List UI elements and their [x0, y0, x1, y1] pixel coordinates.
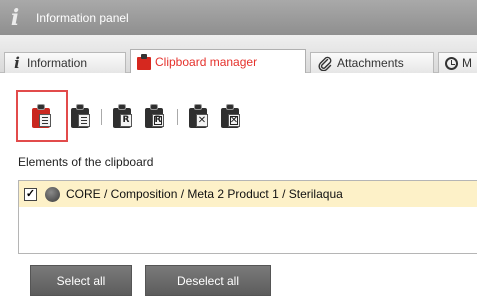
clipboard-toolbar: R R ✕ ✕ [16, 90, 316, 142]
list-item[interactable]: ✓ CORE / Composition / Meta 2 Product 1 … [19, 181, 477, 207]
select-all-button[interactable]: Select all [30, 265, 132, 296]
tab-clipboard-manager[interactable]: Clipboard manager [130, 49, 306, 74]
clipboard-x-boxed-icon: ✕ [221, 104, 241, 128]
tab-history[interactable]: M [438, 52, 477, 73]
deselect-all-button[interactable]: Deselect all [145, 265, 271, 296]
clear-clipboard-button[interactable]: ✕ [184, 101, 214, 131]
elements-label: Elements of the clipboard [18, 155, 154, 169]
clipboard-list-red-icon [32, 104, 52, 128]
tab-attachments-label: Attachments [337, 56, 404, 70]
paperclip-icon [317, 55, 333, 71]
item-path: CORE / Composition / Meta 2 Product 1 / … [66, 187, 343, 201]
paste-table-button[interactable] [66, 101, 96, 131]
tab-history-label: M [462, 56, 472, 70]
panel-titlebar: i Information panel [0, 0, 477, 35]
clipboard-list[interactable]: ✓ CORE / Composition / Meta 2 Product 1 … [18, 180, 477, 254]
tab-information[interactable]: i Information [4, 52, 126, 73]
tab-information-label: Information [27, 56, 88, 70]
toolbar-divider [177, 109, 178, 125]
paste-ref-button[interactable]: R [108, 101, 138, 131]
paste-list-button[interactable] [16, 90, 68, 142]
info-icon: i [14, 54, 20, 72]
status-dot-icon [45, 186, 60, 202]
paste-ref-boxed-button[interactable]: R [140, 101, 170, 131]
clipboard-x-icon: ✕ [189, 104, 209, 128]
clipboard-r-boxed-icon: R [145, 104, 165, 128]
tab-strip: i Information Clipboard manager Attachme… [0, 35, 477, 74]
clipboard-icon [137, 54, 151, 70]
item-checkbox[interactable]: ✓ [24, 187, 37, 201]
tab-clipboard-manager-label: Clipboard manager [155, 55, 258, 69]
clear-clipboard-boxed-button[interactable]: ✕ [216, 101, 246, 131]
clipboard-table-icon [71, 104, 91, 128]
tab-attachments[interactable]: Attachments [310, 52, 434, 73]
clipboard-r-icon: R [113, 104, 133, 128]
clock-icon [445, 56, 458, 70]
info-icon: i [10, 4, 20, 31]
toolbar-divider [101, 109, 102, 125]
panel-title: Information panel [36, 10, 129, 25]
clipboard-panel: R R ✕ ✕ Elements of the clipboard ✓ CORE… [0, 73, 477, 306]
